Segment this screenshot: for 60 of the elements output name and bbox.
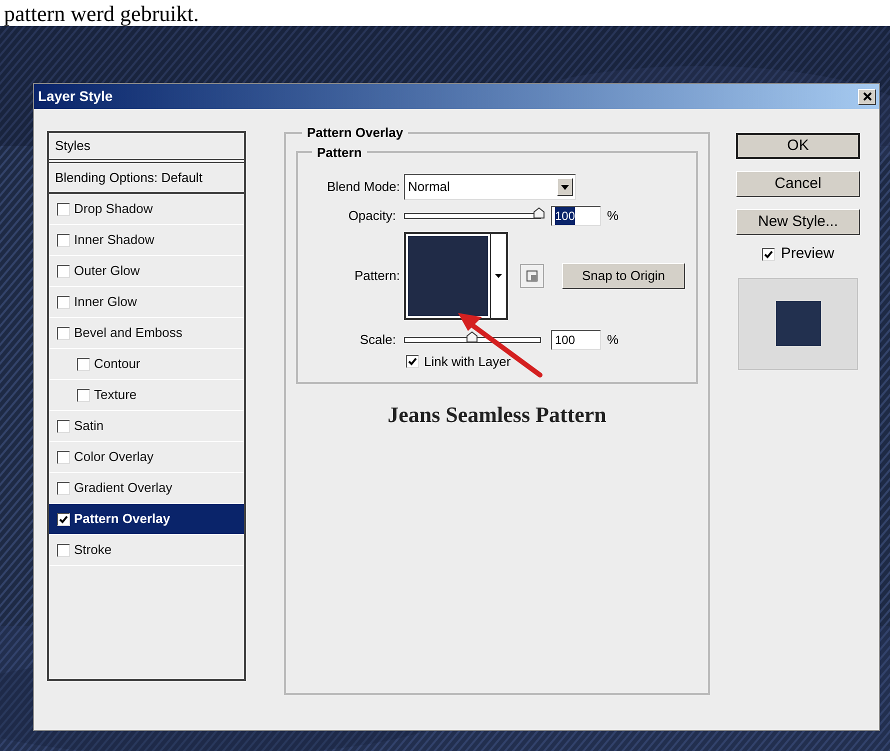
field-value: 100: [555, 207, 576, 225]
dialog-button[interactable]: New Style...: [736, 209, 860, 235]
dialog-button[interactable]: OK: [736, 133, 860, 159]
checkmark-icon: [764, 250, 773, 259]
checkbox[interactable]: [57, 544, 70, 556]
styles-header[interactable]: Styles: [49, 133, 244, 163]
style-list-item[interactable]: Pattern Overlay: [49, 504, 244, 535]
checkbox[interactable]: [57, 326, 70, 340]
style-list-item[interactable]: Outer Glow: [49, 256, 244, 287]
caption-text: pattern werd gebruikt.: [4, 2, 199, 26]
checkbox[interactable]: [406, 355, 419, 368]
style-list-item[interactable]: Inner Glow: [49, 287, 244, 318]
checkbox[interactable]: [57, 450, 70, 464]
number-field[interactable]: 100: [551, 330, 601, 350]
checkbox[interactable]: [57, 482, 70, 494]
opacity-label: Opacity:: [347, 207, 397, 226]
group-title: Pattern: [316, 144, 363, 162]
blend-mode-label: Blend Mode:: [326, 178, 401, 196]
preview-swatch: [776, 301, 820, 346]
checkbox[interactable]: [57, 296, 70, 308]
checkbox[interactable]: [77, 388, 90, 402]
style-list-item[interactable]: Bevel and Emboss: [49, 318, 244, 349]
dialog-button[interactable]: Cancel: [736, 171, 860, 197]
preview-label: Preview: [780, 244, 834, 264]
blending-options-item[interactable]: Blending Options: Default: [49, 163, 244, 194]
slider-thumb[interactable]: [533, 207, 545, 219]
pattern-label: Pattern:: [353, 267, 401, 286]
percent-unit: %: [607, 331, 619, 350]
close-button[interactable]: [858, 88, 876, 104]
new-preset-button[interactable]: [520, 264, 544, 288]
pattern-picker[interactable]: [404, 232, 508, 320]
section-title: Pattern Overlay: [306, 124, 404, 142]
close-icon: [862, 92, 872, 101]
style-list-item[interactable]: Satin: [49, 411, 244, 442]
checkbox[interactable]: [57, 202, 70, 216]
blend-mode-dropdown[interactable]: Normal: [404, 174, 576, 200]
link-with-layer-label: Link with Layer: [424, 353, 511, 371]
field-value: 100: [555, 332, 576, 349]
style-list-item[interactable]: Stroke: [49, 535, 244, 566]
percent-unit: %: [607, 207, 619, 226]
window-title: Layer Style: [38, 87, 113, 106]
style-list-item[interactable]: Color Overlay: [49, 442, 244, 473]
number-field[interactable]: 100: [551, 206, 601, 226]
style-list-item[interactable]: Inner Shadow: [49, 225, 244, 256]
style-list-item[interactable]: Texture: [49, 380, 244, 411]
checkbox[interactable]: [77, 358, 90, 370]
dropdown-arrow-icon: [495, 274, 502, 278]
checkbox[interactable]: [762, 248, 775, 261]
checkbox[interactable]: [57, 264, 70, 278]
style-list-item[interactable]: Drop Shadow: [49, 194, 244, 225]
checkmark-icon: [59, 514, 68, 524]
style-list-item[interactable]: Contour: [49, 349, 244, 380]
checkmark-icon: [408, 357, 417, 366]
page-icon: [526, 270, 538, 282]
checkbox[interactable]: [57, 234, 70, 246]
checkbox[interactable]: [57, 512, 70, 526]
checkbox[interactable]: [57, 420, 70, 432]
pattern-name: Jeans Seamless Pattern: [388, 400, 606, 428]
snap-to-origin-button[interactable]: Snap to Origin: [562, 263, 685, 289]
scale-label: Scale:: [358, 331, 397, 350]
